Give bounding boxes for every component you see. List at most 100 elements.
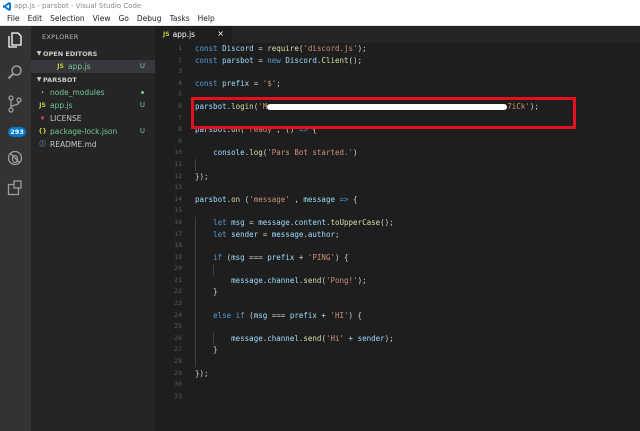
tree-item-label: app.js [50, 101, 73, 110]
open-editor-filename: app.js [68, 62, 91, 71]
open-editors-header[interactable]: ▼ OPEN EDITORS [31, 48, 155, 60]
code-token: on [231, 194, 241, 204]
code-token: === [267, 310, 290, 320]
menu-item-tasks[interactable]: Tasks [166, 13, 194, 25]
code-token: parsbot [222, 55, 254, 65]
code-token: Discord [222, 44, 254, 53]
code-token: msg [231, 252, 245, 262]
line-number: 4 [178, 78, 182, 87]
line-number: 12 [174, 171, 182, 180]
code-token: log [249, 148, 263, 158]
line-number: 10 [174, 148, 182, 157]
code-token: channel [267, 333, 299, 343]
code-line: } [195, 344, 635, 356]
code-token: prefix [222, 78, 250, 88]
menu-item-selection[interactable]: Selection [46, 13, 89, 25]
tree-item-app-js[interactable]: JS app.js U [31, 99, 155, 112]
code-line: const parsbot = new Discord.Client(); [195, 55, 635, 67]
code-token: (); [380, 217, 394, 227]
code-token: else if [213, 310, 245, 320]
info-file-icon: ⓘ [39, 141, 46, 148]
chevron-right-icon: › [41, 89, 44, 96]
extensions-icon[interactable] [5, 178, 25, 198]
line-number: 29 [174, 368, 182, 377]
line-number: 25 [174, 322, 182, 331]
code-token: = [253, 55, 268, 65]
code-line: const Discord = require('discord.js'); [195, 43, 635, 55]
editor-tab-bar: JS app.js × [155, 26, 640, 43]
code-token: console [213, 148, 245, 158]
line-number: 27 [174, 345, 182, 354]
code-token: channel [267, 275, 299, 285]
code-token: = [253, 44, 268, 53]
code-token: + [316, 310, 331, 320]
code-line: message.channel.send('Pong!'); [195, 275, 635, 287]
code-token: prefix [267, 252, 295, 262]
code-token: ) [353, 148, 358, 158]
code-token: const [195, 44, 223, 53]
open-editors-label: OPEN EDITORS [43, 50, 98, 58]
menu-item-file[interactable]: File [3, 13, 24, 25]
project-label: PARSBOT [43, 76, 77, 84]
close-icon[interactable]: × [217, 29, 224, 38]
code-token: message [231, 333, 263, 343]
line-number: 14 [174, 194, 182, 203]
open-editor-item[interactable]: JS app.js U [31, 60, 155, 73]
menu-item-help[interactable]: Help [194, 13, 219, 25]
code-token: ; [276, 78, 281, 88]
code-token: { [348, 194, 358, 204]
code-line: message.channel.send('Hi' + sender); [195, 333, 635, 345]
debug-icon[interactable] [5, 148, 25, 168]
explorer-title: EXPLORER [42, 33, 79, 41]
code-token: msg [253, 310, 268, 320]
code-token: message [303, 194, 335, 204]
js-file-icon: JS [163, 31, 170, 38]
code-token: 'message' [249, 194, 290, 204]
code-token: '$' [262, 78, 277, 88]
untracked-status: U [139, 127, 145, 135]
js-file-icon: JS [57, 63, 64, 70]
license-file-icon: ♦ [39, 115, 46, 122]
js-file-icon: JS [39, 102, 46, 109]
code-token: ( [244, 310, 254, 320]
code-line: else if (msg === prefix + 'HI') { [195, 310, 635, 322]
line-number: 1 [178, 44, 182, 52]
line-number: 28 [174, 357, 182, 366]
menu-item-debug[interactable]: Debug [133, 13, 166, 25]
vscode-logo-icon [3, 2, 11, 11]
code-token: Client [321, 55, 349, 65]
code-line: parsbot.on ('message' , message => { [195, 194, 635, 206]
project-header[interactable]: ▼ PARSBOT [31, 74, 155, 86]
code-token: message [258, 217, 290, 227]
code-token: 'Pars Bot started.' [267, 148, 354, 158]
menu-item-view[interactable]: View [89, 13, 115, 25]
menu-item-edit[interactable]: Edit [24, 13, 47, 25]
menu-item-go[interactable]: Go [114, 13, 132, 25]
tree-item-package-lock[interactable]: {} package-lock.json U [31, 125, 155, 138]
code-token: } [195, 287, 218, 297]
tab-app-js[interactable]: JS app.js × [155, 26, 232, 43]
line-number: 17 [174, 229, 182, 238]
line-number: 30 [174, 380, 182, 389]
tree-item-readme[interactable]: ⓘ README.md [31, 138, 155, 151]
search-icon[interactable] [5, 62, 25, 82]
code-token: ) { [348, 310, 363, 320]
files-icon[interactable] [5, 30, 25, 50]
tree-item-node-modules[interactable]: › node_modules [31, 86, 155, 99]
code-token: 'HI' [330, 310, 349, 320]
source-control-icon[interactable] [5, 94, 25, 114]
code-token: ); [357, 44, 367, 53]
tree-item-license[interactable]: ♦ LICENSE [31, 112, 155, 125]
line-number: 8 [178, 125, 182, 134]
code-line: const prefix = '$'; [195, 78, 635, 90]
code-token: = [249, 78, 263, 88]
explorer-sidebar: EXPLORER ▼ OPEN EDITORS JS app.js U ▼ PA… [31, 26, 155, 431]
